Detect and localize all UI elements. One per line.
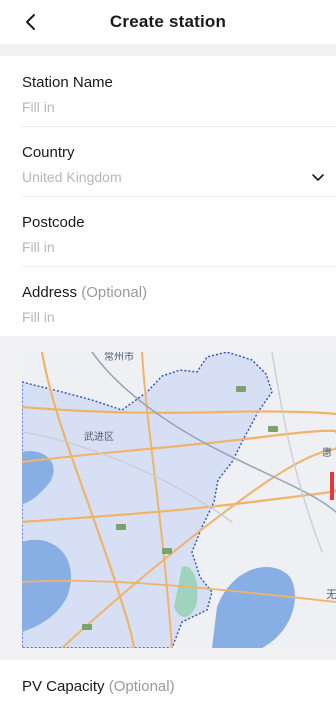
address-label-text: Address <box>22 284 78 301</box>
page-title: Create station <box>109 12 227 31</box>
postcode-label: Postcode <box>22 214 85 231</box>
optional-tag: (Optional) <box>81 284 148 301</box>
map-label-right-2: 无 <box>326 588 336 601</box>
postcode-field[interactable]: Postcode Fill in <box>22 214 336 255</box>
station-name-label: Station Name <box>22 74 113 91</box>
divider <box>22 126 336 127</box>
location-map[interactable]: 武进区 常州市 惠 无 <box>22 352 336 648</box>
divider <box>22 196 336 197</box>
address-field[interactable]: Address (Optional) Fill in <box>22 284 336 325</box>
country-label: Country <box>22 144 75 161</box>
optional-tag: (Optional) <box>108 678 175 695</box>
back-button[interactable] <box>18 9 44 35</box>
section-gap <box>0 44 336 56</box>
map-label-top: 常州市 <box>104 352 134 363</box>
station-form: Station Name Fill in Country United King… <box>0 56 336 336</box>
chevron-left-icon <box>26 14 35 30</box>
postcode-input[interactable]: Fill in <box>22 239 336 255</box>
map-edge-marker <box>330 472 334 500</box>
map-label-right-1: 惠 <box>322 446 332 459</box>
map-label-district: 武进区 <box>84 430 114 443</box>
country-value[interactable]: United Kingdom <box>22 169 336 185</box>
address-label: Address (Optional) <box>22 284 336 301</box>
address-input[interactable]: Fill in <box>22 309 336 325</box>
divider <box>22 266 336 267</box>
pv-capacity-field[interactable]: PV Capacity (Optional) <box>0 660 336 704</box>
station-name-field[interactable]: Station Name Fill in <box>22 74 336 115</box>
top-bar: Create station <box>0 0 336 44</box>
map-canvas[interactable]: 武进区 常州市 惠 无 <box>22 352 336 648</box>
country-select[interactable]: Country United Kingdom <box>22 144 336 185</box>
pv-capacity-label: PV Capacity (Optional) <box>22 678 175 695</box>
pv-capacity-label-text: PV Capacity <box>22 678 105 695</box>
station-name-input[interactable]: Fill in <box>22 99 336 115</box>
chevron-down-icon[interactable] <box>310 170 326 186</box>
